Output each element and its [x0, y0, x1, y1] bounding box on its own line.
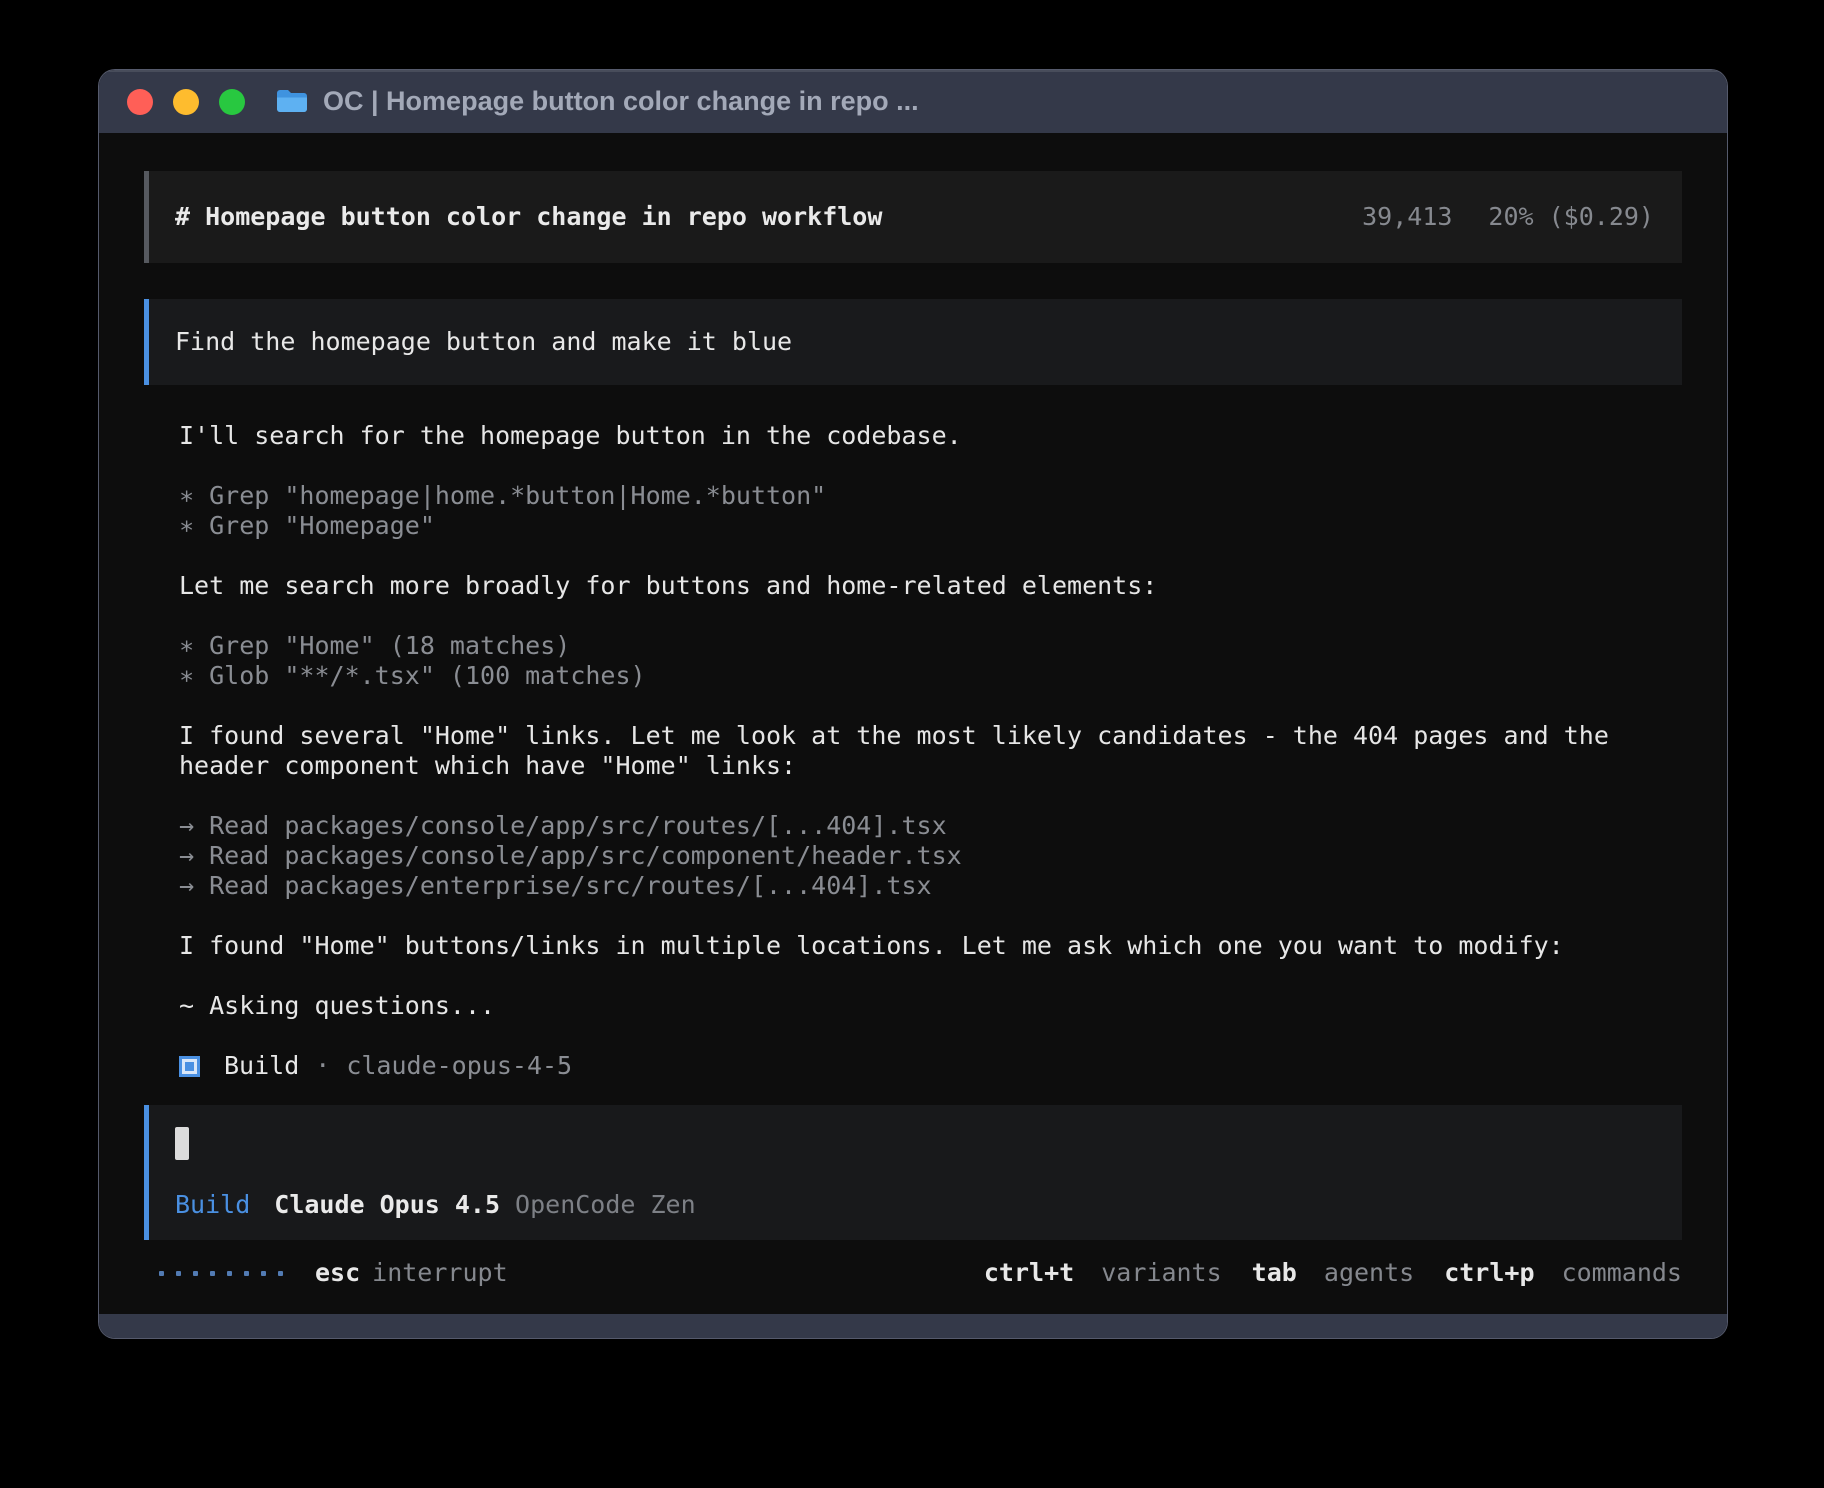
window-bottom-strip	[99, 1314, 1727, 1338]
tool-call-group: ∗ Grep "homepage|home.*button|Home.*butt…	[179, 481, 1682, 541]
assistant-text: I'll search for the homepage button in t…	[179, 421, 1619, 451]
terminal-content: # Homepage button color change in repo w…	[99, 133, 1727, 1314]
status-bar: esc interrupt ctrl+t variants tab agents…	[144, 1258, 1682, 1288]
session-header: # Homepage button color change in repo w…	[144, 171, 1682, 263]
user-message: Find the homepage button and make it blu…	[144, 299, 1682, 385]
window-title: OC | Homepage button color change in rep…	[323, 86, 919, 117]
session-metrics: 39,413 20% ($0.29)	[1362, 202, 1654, 232]
model-label: Claude Opus 4.5	[274, 1190, 500, 1220]
mode-label: Build	[175, 1190, 250, 1220]
esc-key-label: interrupt	[372, 1258, 507, 1288]
user-message-text: Find the homepage button and make it blu…	[175, 327, 792, 357]
agent-status-line: Build · claude-opus-4-5	[179, 1051, 1682, 1081]
shortcut-commands: ctrl+p commands	[1444, 1258, 1682, 1288]
token-count: 39,413	[1362, 202, 1452, 232]
close-button[interactable]	[127, 89, 153, 115]
spinner-dots	[159, 1271, 283, 1276]
tool-call-grep: ∗ Grep "Home" (18 matches)	[179, 631, 1619, 661]
text-cursor	[175, 1127, 189, 1160]
terminal-window: OC | Homepage button color change in rep…	[99, 70, 1727, 1338]
tool-call-group: ∗ Grep "Home" (18 matches) ∗ Glob "**/*.…	[179, 631, 1682, 691]
tool-call-grep: ∗ Grep "homepage|home.*button|Home.*butt…	[179, 481, 1619, 511]
traffic-lights	[127, 89, 245, 115]
folder-icon	[275, 88, 309, 115]
tool-call-read: → Read packages/console/app/src/routes/[…	[179, 811, 1619, 841]
session-title: # Homepage button color change in repo w…	[175, 202, 882, 232]
esc-key-hint: esc	[315, 1258, 360, 1288]
tool-call-read: → Read packages/enterprise/src/routes/[.…	[179, 871, 1619, 901]
assistant-text: I found several "Home" links. Let me loo…	[179, 721, 1619, 781]
assistant-text: Let me search more broadly for buttons a…	[179, 571, 1619, 601]
tool-call-read: → Read packages/console/app/src/componen…	[179, 841, 1619, 871]
tool-call-glob: ∗ Glob "**/*.tsx" (100 matches)	[179, 661, 1619, 691]
build-agent-icon	[179, 1056, 200, 1077]
assistant-text: I found "Home" buttons/links in multiple…	[179, 931, 1619, 961]
agent-name: Build	[224, 1051, 299, 1081]
window-titlebar: OC | Homepage button color change in rep…	[99, 70, 1727, 133]
tool-call-grep: ∗ Grep "Homepage"	[179, 511, 1619, 541]
asking-questions-status: ~ Asking questions...	[179, 991, 1619, 1021]
agent-model: claude-opus-4-5	[346, 1051, 572, 1081]
separator-dot: ·	[315, 1051, 330, 1081]
shortcut-agents: tab agents	[1252, 1258, 1415, 1288]
shortcut-variants: ctrl+t variants	[984, 1258, 1222, 1288]
shortcut-hints: ctrl+t variants tab agents ctrl+p comman…	[954, 1258, 1682, 1288]
minimize-button[interactable]	[173, 89, 199, 115]
assistant-transcript: I'll search for the homepage button in t…	[179, 421, 1682, 1021]
context-and-cost: 20% ($0.29)	[1488, 202, 1654, 232]
prompt-input[interactable]: Build Claude Opus 4.5 OpenCode Zen	[144, 1105, 1682, 1240]
tool-call-group: → Read packages/console/app/src/routes/[…	[179, 811, 1682, 901]
input-footer: Build Claude Opus 4.5 OpenCode Zen	[175, 1190, 1656, 1220]
provider-label: OpenCode Zen	[515, 1190, 696, 1220]
zoom-button[interactable]	[219, 89, 245, 115]
